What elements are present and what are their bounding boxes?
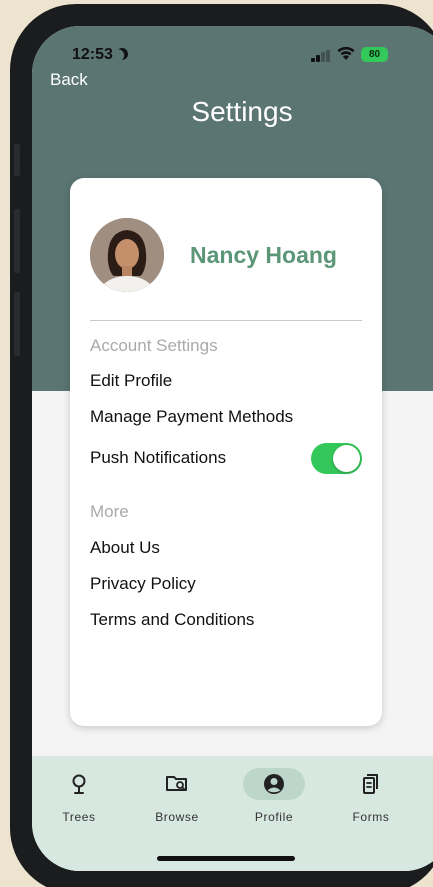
- moon-icon: [114, 46, 129, 61]
- user-name: Nancy Hoang: [190, 242, 337, 268]
- wifi-icon: [337, 46, 355, 60]
- battery-icon: 80: [361, 47, 388, 62]
- tab-trees[interactable]: Trees: [39, 768, 119, 828]
- phone-screen: 12:53 80 Back Settings Nancy Hoang Accou…: [32, 26, 433, 871]
- status-bar: 12:53 80: [32, 26, 433, 82]
- avatar: [90, 218, 164, 292]
- document-icon: [363, 774, 378, 794]
- volume-up-button: [14, 209, 20, 273]
- push-notifications-label: Push Notifications: [90, 448, 227, 467]
- profile-photo-icon: [90, 218, 164, 292]
- tab-profile[interactable]: Profile: [234, 768, 314, 828]
- privacy-policy-item[interactable]: Privacy Policy: [90, 574, 196, 594]
- toggle-knob: [333, 445, 360, 472]
- tab-browse[interactable]: Browse: [137, 768, 217, 828]
- tab-label: Trees: [62, 810, 96, 824]
- manage-payment-methods-item[interactable]: Manage Payment Methods: [90, 407, 293, 427]
- terms-and-conditions-item[interactable]: Terms and Conditions: [90, 610, 254, 630]
- tab-label: Forms: [352, 810, 390, 824]
- back-button[interactable]: Back: [50, 70, 88, 90]
- home-indicator[interactable]: [157, 856, 295, 861]
- divider: [90, 320, 362, 321]
- user-circle-icon: [264, 774, 284, 794]
- edit-profile-item[interactable]: Edit Profile: [90, 371, 172, 391]
- account-settings-heading: Account Settings: [90, 336, 218, 355]
- tree-icon: [72, 774, 86, 794]
- tab-forms[interactable]: Forms: [331, 768, 411, 828]
- mute-switch: [14, 144, 20, 176]
- volume-down-button: [14, 292, 20, 356]
- page-title: Settings: [191, 96, 293, 127]
- signal-icon: [311, 50, 331, 62]
- tab-bar: Trees Browse Profile Forms: [32, 756, 433, 871]
- push-notifications-toggle[interactable]: [311, 443, 362, 474]
- more-heading: More: [90, 502, 129, 521]
- about-us-item[interactable]: About Us: [90, 538, 160, 558]
- folder-search-icon: [166, 776, 187, 791]
- status-time: 12:53: [72, 46, 128, 64]
- tab-label: Browse: [155, 810, 199, 824]
- settings-card: Nancy Hoang Account Settings Edit Profil…: [70, 178, 382, 726]
- tab-label: Profile: [254, 810, 294, 824]
